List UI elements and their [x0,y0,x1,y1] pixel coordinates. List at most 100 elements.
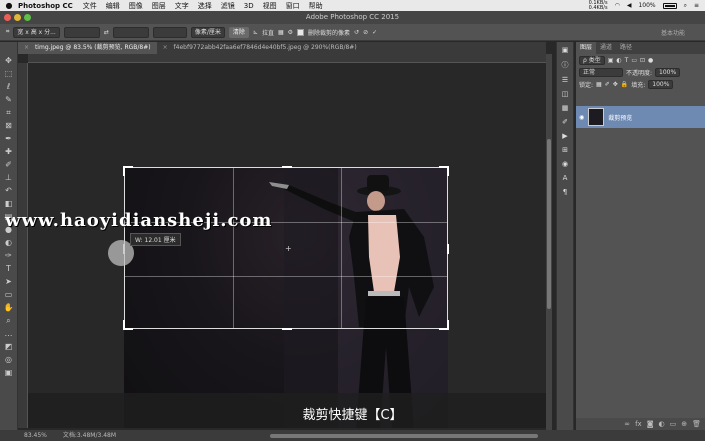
lasso-tool-icon[interactable]: ℓ [4,82,14,92]
properties-icon[interactable]: ☰ [562,76,568,84]
menu-image[interactable]: 图像 [129,1,143,11]
filter-pixel-icon[interactable]: ▣ [608,57,614,64]
crop-handle-top-left[interactable] [123,166,133,176]
zoom-level[interactable]: 83.45% [24,430,47,441]
swap-dimensions-icon[interactable]: ⇄ [104,29,109,36]
filter-toggle-icon[interactable]: ● [648,57,653,64]
resolution-unit-select[interactable]: 像素/厘米 [190,26,225,38]
zoom-window-button[interactable] [24,14,31,21]
swatches-icon[interactable]: ▦ [562,104,569,112]
marquee-tool-icon[interactable]: ⬚ [4,69,14,79]
vertical-ruler[interactable] [18,63,28,428]
more-tools-icon[interactable]: … [4,329,14,339]
wifi-icon[interactable]: ◠ [615,2,620,9]
delete-cropped-checkbox[interactable] [297,28,305,36]
search-icon[interactable]: ⌕ [684,2,687,10]
menu-app-name[interactable]: Photoshop CC [18,2,73,10]
lock-all-icon[interactable]: 🔒 [621,81,628,88]
crop-handle-bottom[interactable] [282,320,292,330]
reset-icon[interactable]: ↺ [354,29,359,36]
width-field[interactable] [63,26,100,38]
quick-mask-icon[interactable]: ◎ [4,355,14,365]
menu-3d[interactable]: 3D [244,2,254,10]
menu-file[interactable]: 文件 [83,1,97,11]
crop-tool-preset-icon[interactable]: ⌗ [6,28,9,36]
tab-layers[interactable]: 图层 [576,42,597,54]
dodge-tool-icon[interactable]: ◐ [4,238,14,248]
styles-icon[interactable]: ◉ [562,160,568,168]
close-tab-icon[interactable]: × [24,44,29,51]
link-layers-icon[interactable]: ∞ [624,420,630,428]
history-brush-icon[interactable]: ↶ [4,186,14,196]
ratio-select[interactable]: 宽 x 高 x 分... [13,26,60,38]
pen-tool-icon[interactable]: ✑ [4,251,14,261]
fill-field[interactable]: 100% [648,79,674,89]
volume-icon[interactable]: ◀ [627,2,632,9]
menu-edit[interactable]: 编辑 [106,1,120,11]
delete-cropped-label[interactable]: 删除裁剪的像素 [308,28,350,37]
overlay-grid-icon[interactable]: ▦ [278,29,284,36]
tab-channels[interactable]: 通道 [596,42,616,54]
paragraph-icon[interactable]: ¶ [563,188,567,196]
horizontal-scroll-thumb[interactable] [270,434,538,438]
tab-timg[interactable]: × timg.jpeg @ 83.5% (裁剪预览, RGB/8#) [18,42,157,54]
lock-transparent-icon[interactable]: ▦ [596,81,602,88]
battery-icon[interactable] [662,2,677,9]
document-canvas[interactable]: + W: 12.01 厘米 [28,63,546,428]
new-adjustment-icon[interactable]: ◐ [659,420,665,428]
layer-row[interactable]: ◉ 裁剪预览 [576,106,705,128]
actions-icon[interactable]: ▶ [562,132,567,140]
resolution-field[interactable] [152,26,187,38]
brush-presets-icon[interactable]: ✐ [562,118,568,126]
filter-shape-icon[interactable]: ▭ [631,57,637,64]
crop-handle-bottom-left[interactable] [123,320,133,330]
healing-tool-icon[interactable]: ✚ [4,147,14,157]
hand-tool-icon[interactable]: ✋ [4,303,14,313]
layer-name[interactable]: 裁剪预览 [608,113,632,122]
height-field[interactable] [112,26,149,38]
commit-check-icon[interactable]: ✓ [372,29,377,36]
add-mask-icon[interactable]: ◙ [647,420,654,428]
crop-handle-top-right[interactable] [439,166,449,176]
frame-tool-icon[interactable]: ⊠ [4,121,14,131]
menu-view[interactable]: 视图 [263,1,277,11]
vertical-scrollbar[interactable] [546,54,552,430]
close-tab-icon[interactable]: × [163,44,168,51]
workspace-switcher[interactable]: 基本功能 [661,28,705,37]
menu-help[interactable]: 帮助 [309,1,323,11]
visibility-eye-icon[interactable]: ◉ [579,114,584,121]
minimize-window-button[interactable] [14,14,21,21]
menu-layer[interactable]: 图层 [152,1,166,11]
menu-select[interactable]: 选择 [198,1,212,11]
eyedropper-tool-icon[interactable]: ✒ [4,134,14,144]
delete-layer-icon[interactable]: 🗑 [692,420,701,428]
type-tool-icon[interactable]: T [4,264,14,274]
crop-handle-right[interactable] [439,244,449,254]
menu-type[interactable]: 文字 [175,1,189,11]
vertical-scroll-thumb[interactable] [547,139,551,309]
filter-adjust-icon[interactable]: ◐ [616,57,621,64]
eraser-tool-icon[interactable]: ◧ [4,199,14,209]
lock-image-icon[interactable]: ✐ [605,81,610,88]
layer-style-icon[interactable]: fx [635,420,642,428]
color-swatches-icon[interactable]: ◩ [4,342,14,352]
path-select-tool-icon[interactable]: ➤ [4,277,14,287]
blend-mode-select[interactable]: 正常 [579,67,623,77]
move-tool-icon[interactable]: ✥ [4,56,14,66]
crop-handle-bottom-right[interactable] [439,320,449,330]
adjustments-icon[interactable]: ◫ [562,90,569,98]
stamp-tool-icon[interactable]: ⊥ [4,173,14,183]
clone-source-icon[interactable]: ⊞ [562,146,568,154]
horizontal-ruler[interactable] [28,54,546,63]
straighten-icon[interactable]: ⊾ [253,29,258,36]
lock-position-icon[interactable]: ✥ [613,81,618,88]
history-icon[interactable]: ▣ [562,46,569,54]
straighten-label[interactable]: 拉直 [262,28,274,37]
screen-mode-icon[interactable]: ▣ [4,368,14,378]
filter-smart-icon[interactable]: ⊡ [640,57,645,64]
new-group-icon[interactable]: ▭ [670,420,677,428]
menu-filter[interactable]: 滤镜 [221,1,235,11]
settings-gear-icon[interactable]: ⚙ [288,29,293,36]
info-icon[interactable]: ⓘ [562,60,569,70]
opacity-field[interactable]: 100% [655,67,681,77]
